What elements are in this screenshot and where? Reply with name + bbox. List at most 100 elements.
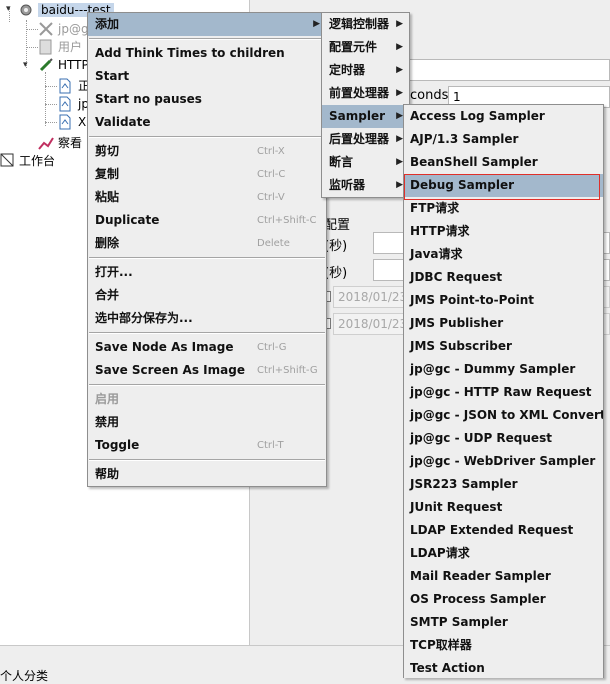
menu-item-label: 前置处理器 — [329, 86, 390, 100]
sampler-doc-icon — [59, 114, 71, 130]
menu-item-save-node-image[interactable]: Save Node As Image Ctrl-G — [88, 336, 326, 359]
menu-item-jms-publisher[interactable]: JMS Publisher — [404, 312, 603, 335]
menu-item-validate[interactable]: Validate — [88, 111, 326, 134]
menu-item-label: Save Screen As Image — [95, 363, 245, 377]
menu-item-http-request[interactable]: HTTP请求 — [404, 220, 603, 243]
submenu-arrow-icon: ▶ — [396, 19, 403, 29]
menu-item-label: 定时器 — [329, 63, 366, 77]
shortcut-label: Ctrl-V — [257, 192, 285, 203]
menu-item-delete[interactable]: 删除 Delete — [88, 232, 326, 255]
menu-item-http-raw-request[interactable]: jp@gc - HTTP Raw Request — [404, 381, 603, 404]
tree-node-3[interactable]: HTTP — [58, 55, 89, 75]
sampler-doc-icon — [59, 96, 71, 112]
collapse-toggle-icon[interactable]: ▾ — [6, 4, 11, 14]
submenu-arrow-icon: ▶ — [396, 65, 403, 75]
menu-item-java-request[interactable]: Java请求 — [404, 243, 603, 266]
menu-item-disable[interactable]: 禁用 — [88, 411, 326, 434]
menu-item-jms-point-to-point[interactable]: JMS Point-to-Point — [404, 289, 603, 312]
shortcut-label: Ctrl-X — [257, 146, 285, 157]
menu-item-ldap-extended-request[interactable]: LDAP Extended Request — [404, 519, 603, 542]
menu-item-listener[interactable]: 监听器 ▶ — [322, 174, 409, 197]
submenu-arrow-icon: ▶ — [396, 88, 403, 98]
sampler-submenu: Access Log Sampler AJP/1.3 Sampler BeanS… — [403, 104, 604, 678]
menu-separator — [89, 459, 325, 461]
menu-item-test-action[interactable]: Test Action — [404, 657, 603, 678]
menu-item-udp-request[interactable]: jp@gc - UDP Request — [404, 427, 603, 450]
menu-item-add-think-times[interactable]: Add Think Times to children — [88, 42, 326, 65]
menu-item-label: 添加 — [95, 17, 120, 31]
menu-item-label: 后置处理器 — [329, 132, 390, 146]
menu-item-copy[interactable]: 复制 Ctrl-C — [88, 163, 326, 186]
menu-item-os-process-sampler[interactable]: OS Process Sampler — [404, 588, 603, 611]
menu-item-label: 监听器 — [329, 178, 366, 192]
user-defined-variables-icon — [39, 39, 52, 55]
duration-label: (秒) — [324, 239, 348, 254]
pipette-icon — [39, 58, 53, 72]
menu-item-ldap-request[interactable]: LDAP请求 — [404, 542, 603, 565]
menu-item-label: 剪切 — [95, 144, 120, 158]
menu-separator — [89, 332, 325, 334]
menu-item-logic-controller[interactable]: 逻辑控制器 ▶ — [322, 13, 409, 36]
submenu-arrow-icon: ▶ — [396, 111, 403, 121]
menu-item-start[interactable]: Start — [88, 65, 326, 88]
menu-item-ftp-request[interactable]: FTP请求 — [404, 197, 603, 220]
menu-item-dummy-sampler[interactable]: jp@gc - Dummy Sampler — [404, 358, 603, 381]
menu-item-jsr223-sampler[interactable]: JSR223 Sampler — [404, 473, 603, 496]
menu-separator — [89, 38, 325, 40]
menu-item-jms-subscriber[interactable]: JMS Subscriber — [404, 335, 603, 358]
tree-node-1[interactable]: jp@g — [58, 19, 89, 39]
menu-item-junit-request[interactable]: JUnit Request — [404, 496, 603, 519]
menu-item-toggle[interactable]: Toggle Ctrl-T — [88, 434, 326, 457]
menu-item-label: 复制 — [95, 167, 120, 181]
menu-item-duplicate[interactable]: Duplicate Ctrl+Shift-C — [88, 209, 326, 232]
submenu-arrow-icon: ▶ — [396, 157, 403, 167]
shortcut-label: Ctrl-T — [257, 440, 284, 451]
menu-item-open[interactable]: 打开... — [88, 261, 326, 284]
menu-item-smtp-sampler[interactable]: SMTP Sampler — [404, 611, 603, 634]
menu-item-beanshell-sampler[interactable]: BeanShell Sampler — [404, 151, 603, 174]
section-label: 配置 — [324, 218, 351, 233]
menu-item-paste[interactable]: 粘贴 Ctrl-V — [88, 186, 326, 209]
menu-separator — [89, 136, 325, 138]
collapse-toggle-icon[interactable]: ▾ — [23, 60, 28, 70]
menu-item-jdbc-request[interactable]: JDBC Request — [404, 266, 603, 289]
submenu-arrow-icon: ▶ — [396, 42, 403, 52]
listener-chart-icon — [38, 137, 54, 150]
menu-separator — [89, 384, 325, 386]
workbench-icon — [0, 153, 14, 167]
menu-item-config-element[interactable]: 配置元件 ▶ — [322, 36, 409, 59]
menu-item-help[interactable]: 帮助 — [88, 463, 326, 486]
add-submenu: 逻辑控制器 ▶ 配置元件 ▶ 定时器 ▶ 前置处理器 ▶ Sampler ▶ 后置处理器 ▶… — [321, 12, 410, 198]
tree-node-2[interactable]: 用户 — [58, 37, 82, 57]
tree-node-workbench[interactable]: 工作台 — [19, 151, 55, 171]
menu-item-pre-processor[interactable]: 前置处理器 ▶ — [322, 82, 409, 105]
menu-item-json-to-xml[interactable]: jp@gc - JSON to XML Converter — [404, 404, 603, 427]
menu-item-add[interactable]: 添加 ▶ — [88, 13, 326, 36]
menu-item-assertion[interactable]: 断言 ▶ — [322, 151, 409, 174]
bottom-label: 个人分类 — [0, 669, 49, 683]
menu-item-tcp-sampler[interactable]: TCP取样器 — [404, 634, 603, 657]
menu-item-label: 粘贴 — [95, 190, 120, 204]
shortcut-label: Ctrl-C — [257, 169, 286, 180]
menu-item-ajp-sampler[interactable]: AJP/1.3 Sampler — [404, 128, 603, 151]
menu-item-start-no-pauses[interactable]: Start no pauses — [88, 88, 326, 111]
menu-item-access-log-sampler[interactable]: Access Log Sampler — [404, 105, 603, 128]
thread-group-gear-icon — [20, 4, 32, 16]
menu-item-webdriver-sampler[interactable]: jp@gc - WebDriver Sampler — [404, 450, 603, 473]
menu-item-label: 逻辑控制器 — [329, 17, 390, 31]
menu-item-post-processor[interactable]: 后置处理器 ▶ — [322, 128, 409, 151]
menu-item-save-screen-image[interactable]: Save Screen As Image Ctrl+Shift-G — [88, 359, 326, 382]
menu-item-merge[interactable]: 合并 — [88, 284, 326, 307]
menu-item-save-selection[interactable]: 选中部分保存为... — [88, 307, 326, 330]
tree-node-6[interactable]: X — [78, 112, 86, 132]
scissors-disabled-icon — [39, 22, 53, 36]
menu-item-sampler[interactable]: Sampler ▶ — [322, 105, 409, 128]
menu-item-label: 删除 — [95, 236, 120, 250]
menu-item-cut[interactable]: 剪切 Ctrl-X — [88, 140, 326, 163]
tree-node-7[interactable]: 察看 — [58, 133, 82, 153]
menu-item-timer[interactable]: 定时器 ▶ — [322, 59, 409, 82]
menu-item-mail-reader-sampler[interactable]: Mail Reader Sampler — [404, 565, 603, 588]
menu-item-debug-sampler[interactable]: Debug Sampler — [404, 174, 603, 197]
shortcut-label: Ctrl-G — [257, 342, 287, 353]
menu-item-label: Sampler — [329, 109, 386, 123]
